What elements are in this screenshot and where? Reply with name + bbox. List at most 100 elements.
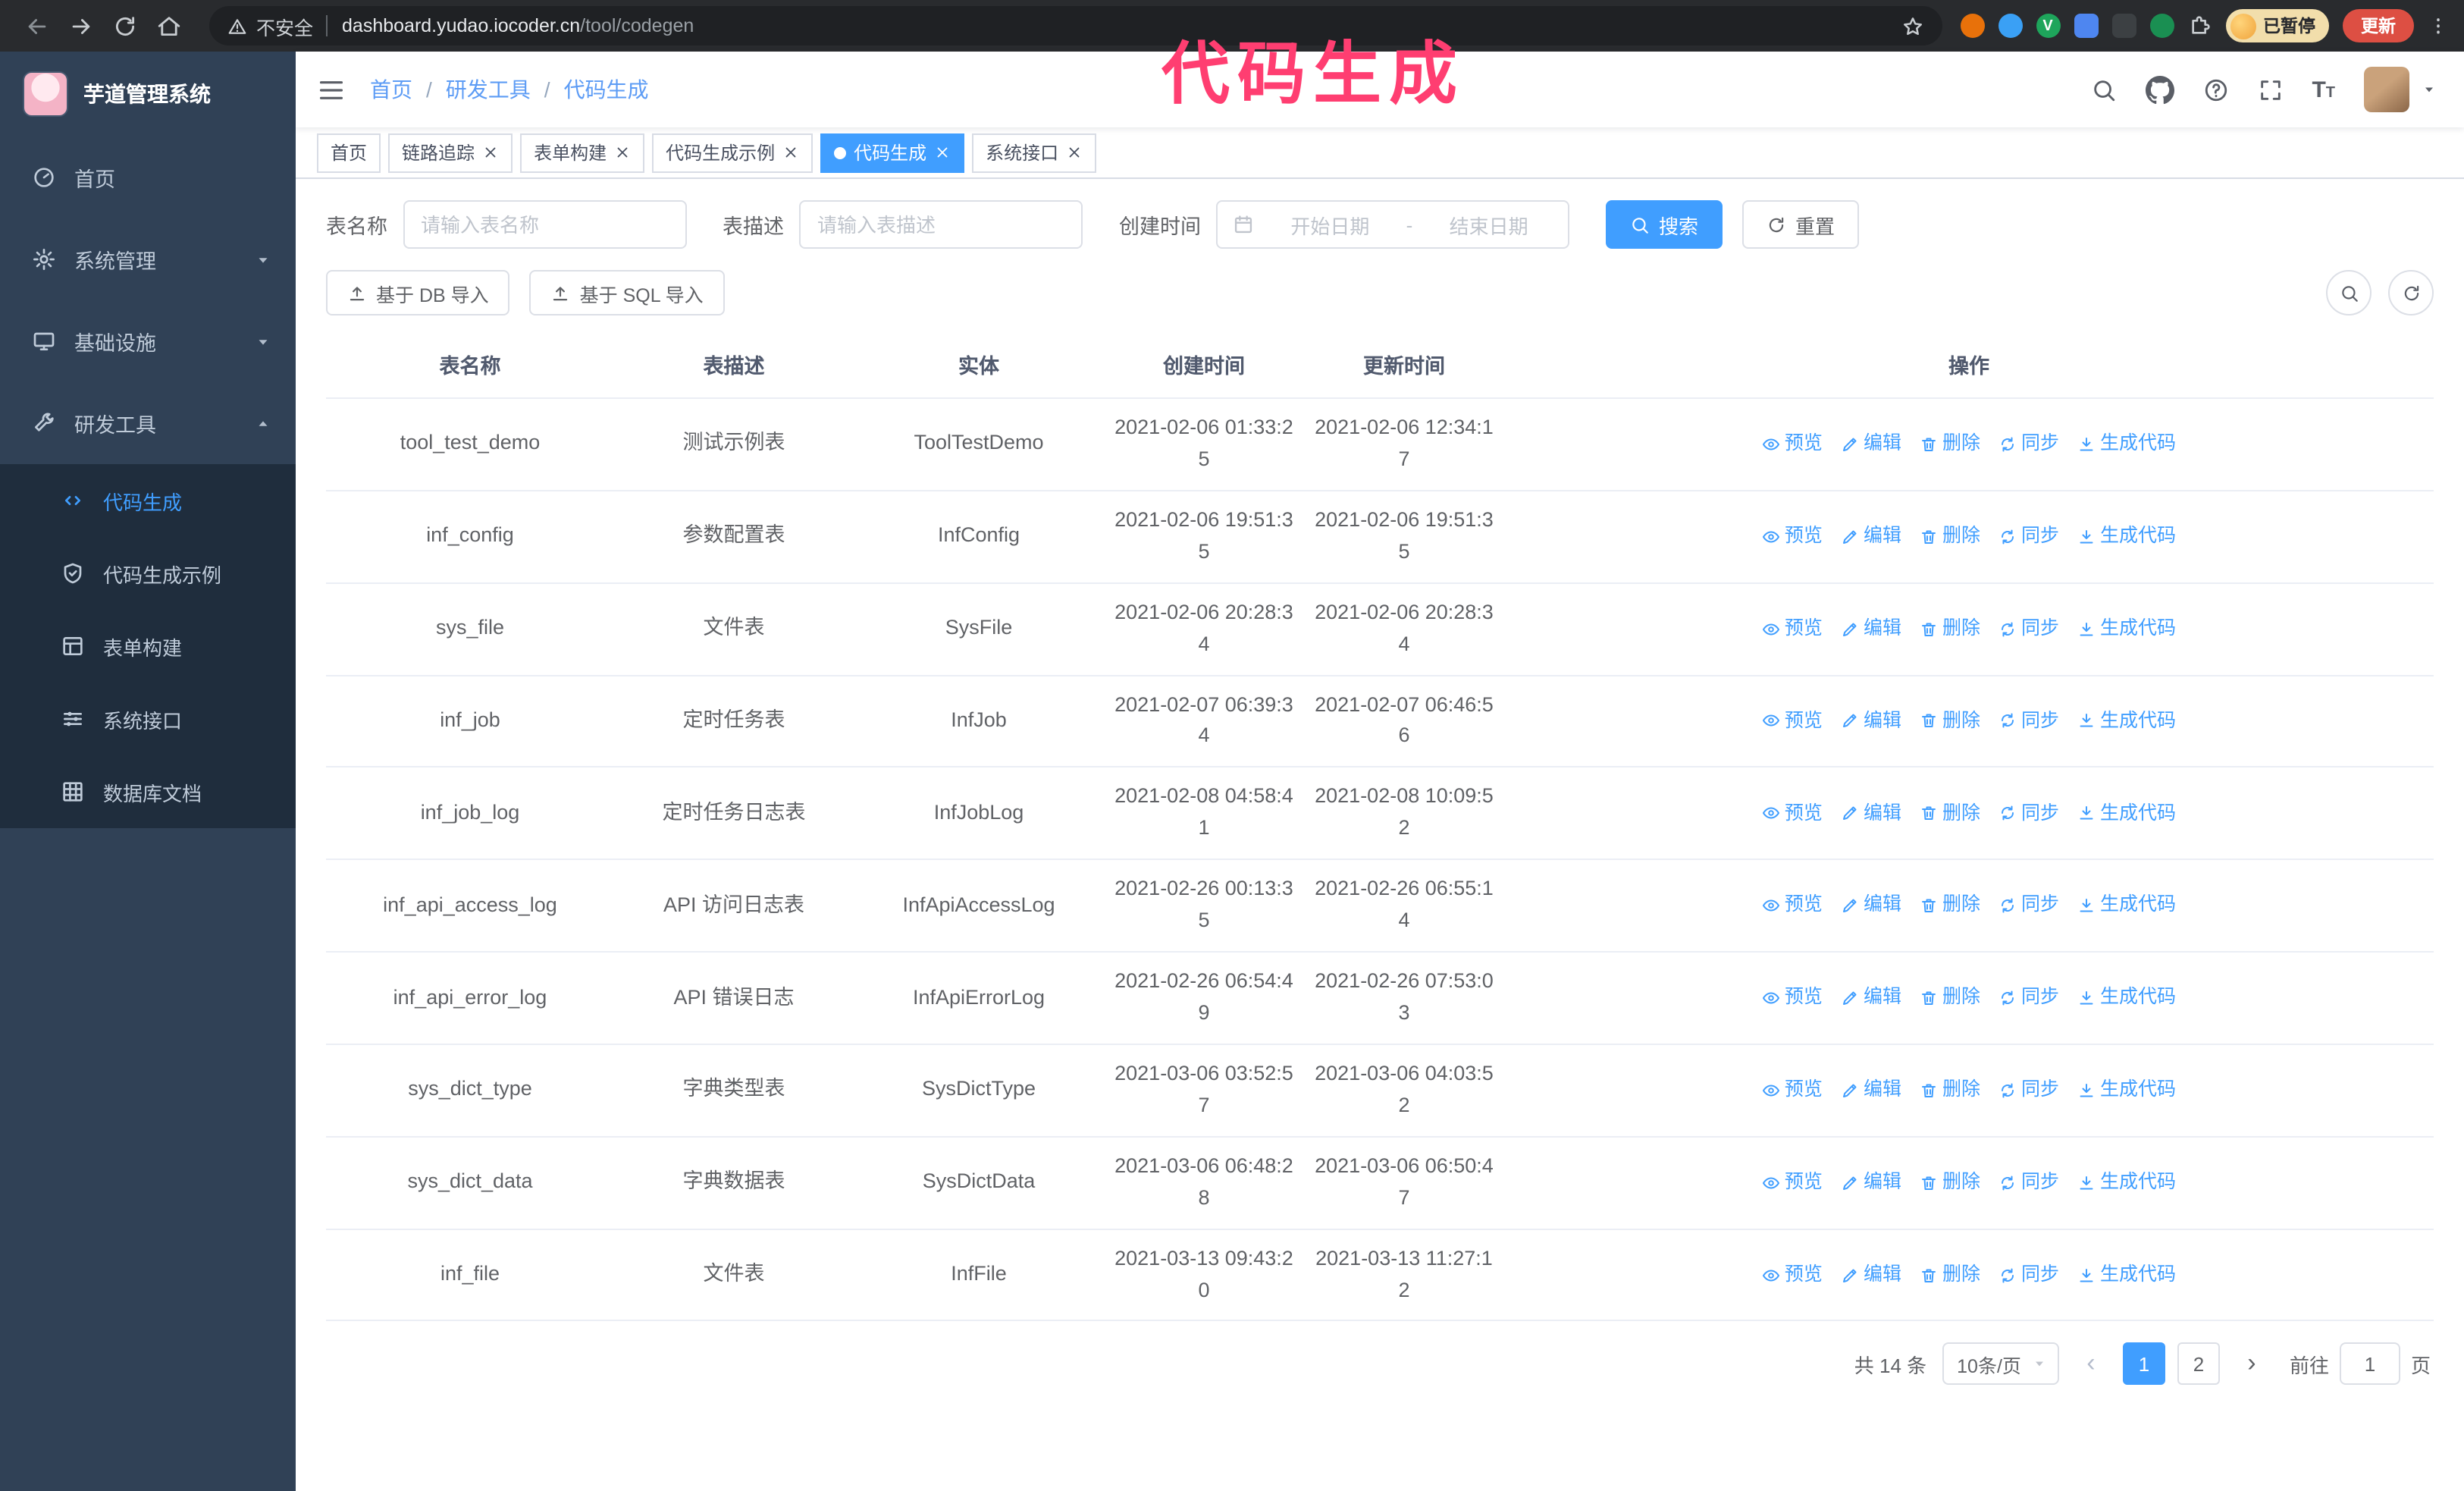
op-generate-code-link[interactable]: 生成代码	[2077, 429, 2176, 459]
browser-home-icon[interactable]	[156, 13, 182, 39]
tab[interactable]: 系统接口	[972, 133, 1097, 172]
security-warning-icon[interactable]	[227, 16, 247, 36]
table-desc-input[interactable]	[799, 200, 1083, 249]
op-edit-link[interactable]: 编辑	[1841, 707, 1901, 736]
import-db-button[interactable]: 基于 DB 导入	[326, 270, 510, 315]
table-name-input[interactable]	[403, 200, 686, 249]
op-generate-code-link[interactable]: 生成代码	[2077, 522, 2176, 551]
tab[interactable]: 代码生成	[820, 133, 965, 172]
op-delete-link[interactable]: 删除	[1920, 429, 1980, 459]
address-bar[interactable]: 不安全 dashboard.yudao.iocoder.cn/tool/code…	[209, 6, 1942, 46]
create-time-range-picker[interactable]: 开始日期 - 结束日期	[1216, 200, 1569, 249]
extension-leaf-icon[interactable]	[2149, 14, 2174, 38]
tab-close-icon[interactable]	[934, 144, 951, 161]
tab-close-icon[interactable]	[482, 144, 499, 161]
op-generate-code-link[interactable]: 生成代码	[2077, 799, 2176, 828]
app-logo[interactable]: 芋道管理系统	[0, 52, 296, 137]
sidebar-item-2[interactable]: 基础设施	[0, 300, 296, 382]
breadcrumb-item-0[interactable]: 首页	[370, 74, 412, 105]
browser-menu-icon[interactable]	[2428, 15, 2449, 36]
sidebar-subitem-3[interactable]: 系统接口	[0, 683, 296, 755]
sidebar-subitem-2[interactable]: 表单构建	[0, 610, 296, 683]
op-generate-code-link[interactable]: 生成代码	[2077, 1168, 2176, 1198]
op-generate-code-link[interactable]: 生成代码	[2077, 891, 2176, 921]
tab[interactable]: 表单构建	[520, 133, 645, 172]
op-sync-link[interactable]: 同步	[1998, 1168, 2059, 1198]
op-edit-link[interactable]: 编辑	[1841, 522, 1901, 551]
op-generate-code-link[interactable]: 生成代码	[2077, 1260, 2176, 1290]
op-sync-link[interactable]: 同步	[1998, 891, 2059, 921]
extension-orange-icon[interactable]	[1960, 14, 1984, 38]
prev-page-button[interactable]: ‹	[2074, 1343, 2108, 1386]
op-delete-link[interactable]: 删除	[1920, 891, 1980, 921]
op-edit-link[interactable]: 编辑	[1841, 984, 1901, 1013]
extension-screen-icon[interactable]	[2111, 14, 2136, 38]
reset-button[interactable]: 重置	[1742, 200, 1860, 249]
op-edit-link[interactable]: 编辑	[1841, 1260, 1901, 1290]
sidebar-subitem-1[interactable]: 代码生成示例	[0, 537, 296, 610]
sidebar-item-1[interactable]: 系统管理	[0, 218, 296, 300]
page-button-2[interactable]: 2	[2177, 1342, 2220, 1386]
tab-close-icon[interactable]	[782, 144, 799, 161]
sidebar-toggle-icon[interactable]	[317, 75, 346, 104]
user-avatar[interactable]	[2364, 67, 2409, 112]
refresh-table-button[interactable]	[2388, 270, 2434, 315]
op-delete-link[interactable]: 删除	[1920, 984, 1980, 1013]
header-search-icon[interactable]	[2090, 77, 2116, 102]
op-preview-link[interactable]: 预览	[1762, 891, 1823, 921]
op-edit-link[interactable]: 编辑	[1841, 429, 1901, 459]
sidebar-subitem-0[interactable]: 代码生成	[0, 464, 296, 537]
help-icon[interactable]	[2202, 77, 2228, 102]
tab-close-icon[interactable]	[1066, 144, 1083, 161]
tab[interactable]: 首页	[317, 133, 381, 172]
sidebar-subitem-4[interactable]: 数据库文档	[0, 755, 296, 828]
op-delete-link[interactable]: 删除	[1920, 707, 1980, 736]
op-preview-link[interactable]: 预览	[1762, 1075, 1823, 1105]
browser-reload-icon[interactable]	[112, 13, 138, 39]
browser-back-icon[interactable]	[24, 13, 50, 39]
profile-chip[interactable]: 已暂停	[2225, 9, 2329, 42]
op-edit-link[interactable]: 编辑	[1841, 799, 1901, 828]
op-generate-code-link[interactable]: 生成代码	[2077, 1075, 2176, 1105]
op-delete-link[interactable]: 删除	[1920, 1260, 1980, 1290]
op-preview-link[interactable]: 预览	[1762, 707, 1823, 736]
update-button[interactable]: 更新	[2343, 9, 2414, 42]
op-preview-link[interactable]: 预览	[1762, 614, 1823, 644]
op-delete-link[interactable]: 删除	[1920, 522, 1980, 551]
op-sync-link[interactable]: 同步	[1998, 429, 2059, 459]
op-delete-link[interactable]: 删除	[1920, 1075, 1980, 1105]
op-generate-code-link[interactable]: 生成代码	[2077, 614, 2176, 644]
sidebar-item-3[interactable]: 研发工具	[0, 382, 296, 464]
extension-green-check-icon[interactable]: V	[2036, 14, 2060, 38]
op-generate-code-link[interactable]: 生成代码	[2077, 984, 2176, 1013]
next-page-button[interactable]: ›	[2235, 1343, 2268, 1386]
op-sync-link[interactable]: 同步	[1998, 1075, 2059, 1105]
bookmark-star-icon[interactable]	[1901, 14, 1923, 37]
github-icon[interactable]	[2145, 75, 2174, 104]
op-preview-link[interactable]: 预览	[1762, 984, 1823, 1013]
font-size-icon[interactable]: TT	[2312, 78, 2335, 101]
op-edit-link[interactable]: 编辑	[1841, 614, 1901, 644]
op-delete-link[interactable]: 删除	[1920, 1168, 1980, 1198]
avatar-caret-icon[interactable]	[2422, 82, 2437, 97]
toggle-search-button[interactable]	[2326, 270, 2372, 315]
extension-people-icon[interactable]	[2074, 14, 2098, 38]
browser-forward-icon[interactable]	[68, 13, 94, 39]
search-button[interactable]: 搜索	[1606, 200, 1723, 249]
op-edit-link[interactable]: 编辑	[1841, 1075, 1901, 1105]
import-sql-button[interactable]: 基于 SQL 导入	[529, 270, 725, 315]
op-delete-link[interactable]: 删除	[1920, 614, 1980, 644]
sidebar-item-0[interactable]: 首页	[0, 137, 296, 218]
op-generate-code-link[interactable]: 生成代码	[2077, 707, 2176, 736]
page-size-select[interactable]: 10条/页	[1942, 1342, 2059, 1386]
goto-page-input[interactable]	[2339, 1342, 2400, 1386]
op-edit-link[interactable]: 编辑	[1841, 1168, 1901, 1198]
op-delete-link[interactable]: 删除	[1920, 799, 1980, 828]
tab[interactable]: 链路追踪	[388, 133, 513, 172]
op-sync-link[interactable]: 同步	[1998, 799, 2059, 828]
page-button-1[interactable]: 1	[2122, 1342, 2165, 1386]
op-preview-link[interactable]: 预览	[1762, 799, 1823, 828]
op-sync-link[interactable]: 同步	[1998, 984, 2059, 1013]
breadcrumb-item-1[interactable]: 研发工具	[446, 74, 531, 105]
op-edit-link[interactable]: 编辑	[1841, 891, 1901, 921]
